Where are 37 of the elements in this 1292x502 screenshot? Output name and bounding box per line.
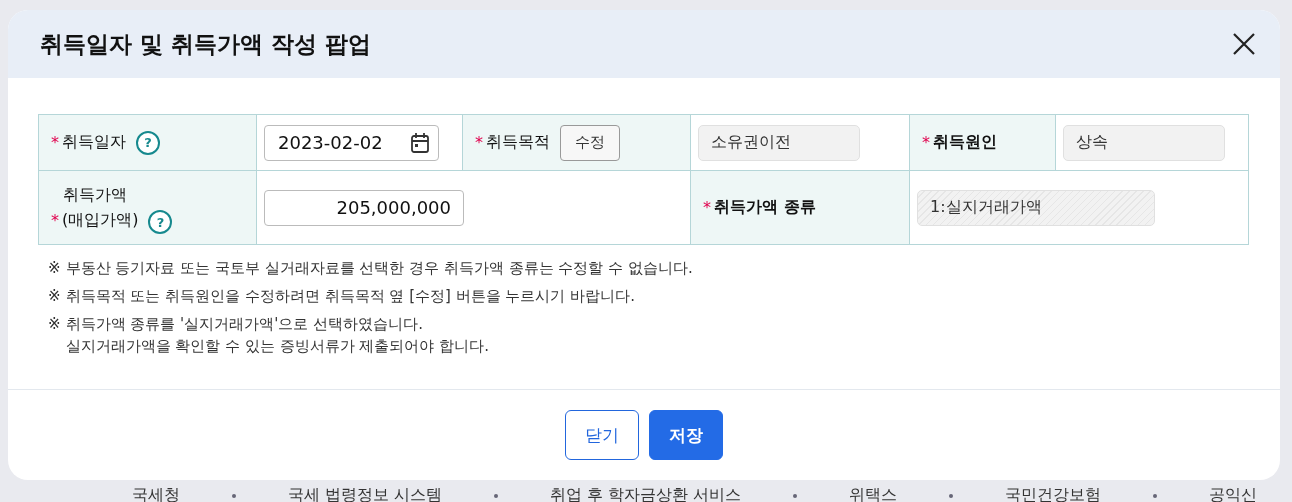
note-text: 실지거래가액을 확인할 수 있는 증빙서류가 제출되어야 합니다. xyxy=(65,337,489,356)
cause-field: 상속 xyxy=(1063,124,1225,161)
field-label: 취득일자 xyxy=(62,132,126,153)
dialog-button[interactable]: 닫기 xyxy=(565,410,639,460)
required-mark: * xyxy=(922,133,930,152)
note-text: 부동산 등기자료 또는 국토부 실거래자료를 선택한 경우 취득가액 종류는 수정할 수 없습니다. xyxy=(65,259,693,278)
edit-button[interactable]: 수정 xyxy=(560,124,620,161)
footer-link[interactable]: 공익신 xyxy=(1209,485,1258,502)
purpose-field: 소유권이전 xyxy=(698,124,860,161)
field-label: 취득목적 xyxy=(486,132,550,153)
price-type-field: 1:실지거래가액 xyxy=(917,189,1155,226)
help-button[interactable]: ? xyxy=(136,130,160,155)
dialog-title: 취득일자 및 취득가액 작성 팝업 xyxy=(40,29,372,59)
close-icon[interactable] xyxy=(1232,32,1256,56)
note-marker: ※ xyxy=(48,287,61,306)
footer-link[interactable]: 위택스 xyxy=(849,485,898,502)
field-label: 취득가액 xyxy=(63,184,127,206)
field-label: (매입가액) xyxy=(62,209,139,231)
note-marker: ※ xyxy=(48,259,61,278)
date-field[interactable]: 2023-02-02 xyxy=(264,124,439,161)
required-mark: * xyxy=(475,133,483,152)
required-mark: * xyxy=(51,133,59,152)
field-label: 취득원인 xyxy=(933,132,997,153)
note-text: 취득목적 또는 취득원인을 수정하려면 취득목적 옆 [수정] 버튼을 누르시기 바랍니다. xyxy=(65,287,635,306)
calendar-icon[interactable] xyxy=(410,131,430,154)
footer-link[interactable]: 취업 후 학자금상환 서비스 xyxy=(550,485,742,502)
required-mark: * xyxy=(51,210,59,230)
required-mark: * xyxy=(703,198,711,217)
footer-link[interactable]: 국세청 xyxy=(132,485,180,502)
help-button[interactable]: ? xyxy=(148,210,173,234)
field-label: 취득가액 종류 xyxy=(714,197,816,218)
footer-link[interactable]: 국세 법령정보 시스템 xyxy=(288,485,443,502)
note-marker: ※ xyxy=(48,315,61,335)
price-input[interactable]: 205,000,000 xyxy=(264,189,464,226)
note-text: 취득가액 종류를 '실지거래가액'으로 선택하였습니다. xyxy=(65,315,424,334)
footer-link[interactable]: 국민건강보험 xyxy=(1005,485,1102,502)
dialog-button[interactable]: 저장 xyxy=(649,410,723,460)
